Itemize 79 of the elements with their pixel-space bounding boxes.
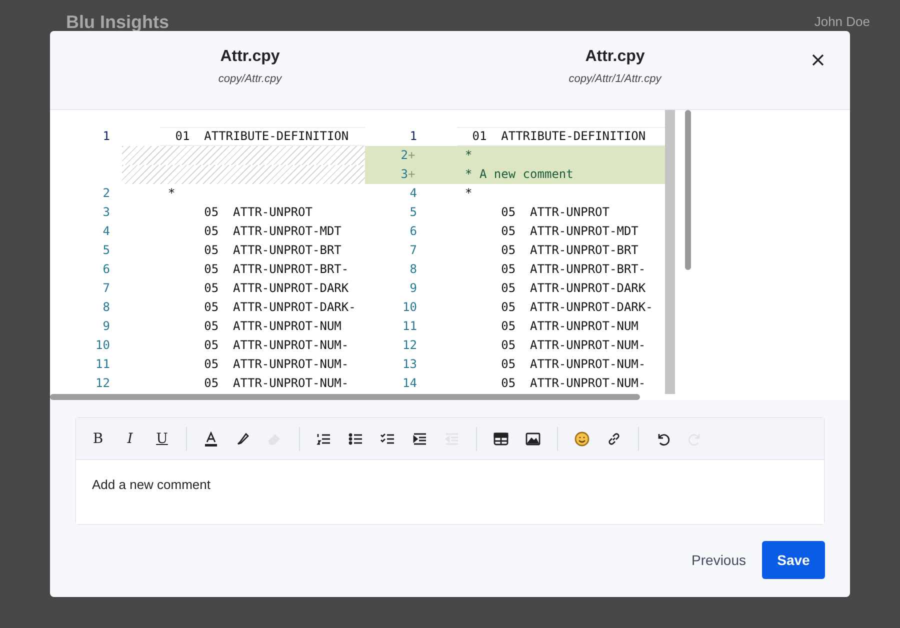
code-line: 05 ATTR-UNPROT-NUM xyxy=(500,319,638,333)
line-number: 12 xyxy=(96,375,111,392)
comment-editor[interactable]: Add a new comment xyxy=(76,460,824,524)
save-button[interactable]: Save xyxy=(762,541,825,579)
line-number: 9 xyxy=(102,318,111,335)
link-icon xyxy=(606,430,622,446)
code-line: * A new comment xyxy=(465,167,574,181)
code-line: 05 ATTR-UNPROT-BRT xyxy=(500,243,638,257)
line-number: 9 xyxy=(410,280,417,297)
line-number: 10 xyxy=(402,299,417,316)
code-line: 05 ATTR-UNPROT-NUM- xyxy=(500,357,646,371)
line-number: 1 xyxy=(102,128,111,145)
code-line: * xyxy=(168,186,176,200)
line-number: 4 xyxy=(102,223,111,240)
code-line: 05 ATTR-UNPROT xyxy=(203,205,312,219)
app-title: Blu Insights xyxy=(66,12,169,33)
bold-button[interactable]: B xyxy=(82,424,114,452)
added-marker: + xyxy=(408,166,416,183)
line-number: 1 xyxy=(410,128,417,145)
code-line: 05 ATTR-UNPROT-NUM- xyxy=(500,338,646,352)
code-line: 05 ATTR-UNPROT xyxy=(500,205,610,219)
code-line: * xyxy=(465,148,472,162)
code-line: 05 ATTR-UNPROT-BRT- xyxy=(203,262,349,276)
line-number: 2 xyxy=(400,147,408,164)
code-line: 05 ATTR-UNPROT-MDT xyxy=(500,224,638,238)
code-line: 05 ATTR-UNPROT-NUM- xyxy=(203,376,349,390)
line-number: 14 xyxy=(402,375,417,392)
table-icon xyxy=(493,430,509,446)
italic-button[interactable]: I xyxy=(114,424,146,452)
file-title: Attr.cpy xyxy=(585,48,645,66)
checklist-icon xyxy=(380,430,396,446)
line-number: 11 xyxy=(402,318,417,335)
code-line: 05 ATTR-UNPROT-DARK- xyxy=(203,300,356,314)
indent-icon xyxy=(412,430,428,446)
highlight-icon xyxy=(235,430,251,446)
code-line: 01 ATTRIBUTE-DEFINITION xyxy=(471,129,646,143)
emoji-icon xyxy=(574,430,590,446)
line-number: 7 xyxy=(410,242,417,259)
line-number: 6 xyxy=(410,223,417,240)
file-path: copy/Attr/1/Attr.cpy xyxy=(568,73,662,85)
code-line: 05 ATTR-UNPROT-NUM xyxy=(203,319,342,333)
added-marker: + xyxy=(408,147,416,164)
code-line: 05 ATTR-UNPROT-MDT xyxy=(203,224,342,238)
file-path: copy/Attr.cpy xyxy=(218,73,282,85)
code-line: 01 ATTRIBUTE-DEFINITION xyxy=(174,129,349,143)
line-number: 5 xyxy=(410,204,417,221)
code-line: 05 ATTR-UNPROT-DARK xyxy=(500,281,646,295)
line-number: 11 xyxy=(96,356,111,373)
line-number: 7 xyxy=(102,280,111,297)
underline-button[interactable]: U xyxy=(146,424,178,452)
font-color-icon xyxy=(203,430,219,446)
line-number: 3 xyxy=(400,166,408,183)
line-number: 13 xyxy=(402,356,417,373)
comment-text: Add a new comment xyxy=(92,477,211,492)
horizontal-scrollbar[interactable] xyxy=(50,394,640,400)
line-number: 4 xyxy=(410,185,417,202)
line-number: 6 xyxy=(102,261,111,278)
code-line: 05 ATTR-UNPROT-BRT xyxy=(203,243,342,257)
close-icon xyxy=(812,54,824,66)
bullet-list-icon xyxy=(348,430,364,446)
code-line: 05 ATTR-UNPROT-NUM- xyxy=(203,357,349,371)
file-title: Attr.cpy xyxy=(220,48,280,66)
line-number: 5 xyxy=(102,242,111,259)
line-number: 10 xyxy=(96,337,111,354)
code-line: 05 ATTR-UNPROT-NUM- xyxy=(203,338,349,352)
vertical-scrollbar[interactable] xyxy=(685,110,691,270)
line-number: 2 xyxy=(102,185,111,202)
user-name: John Doe xyxy=(814,14,870,31)
line-number: 8 xyxy=(102,299,111,316)
code-line: 05 ATTR-UNPROT-DARK xyxy=(203,281,349,295)
code-line: 05 ATTR-UNPROT-DARK- xyxy=(500,300,653,314)
line-number: 3 xyxy=(102,204,111,221)
code-line: 05 ATTR-UNPROT-NUM- xyxy=(500,376,646,390)
line-number: 12 xyxy=(402,337,417,354)
code-line: * xyxy=(465,186,472,200)
image-icon xyxy=(525,430,541,446)
line-number: 8 xyxy=(410,261,417,278)
code-line: 05 ATTR-UNPROT-BRT- xyxy=(500,262,646,276)
previous-button[interactable]: Previous xyxy=(692,541,746,579)
